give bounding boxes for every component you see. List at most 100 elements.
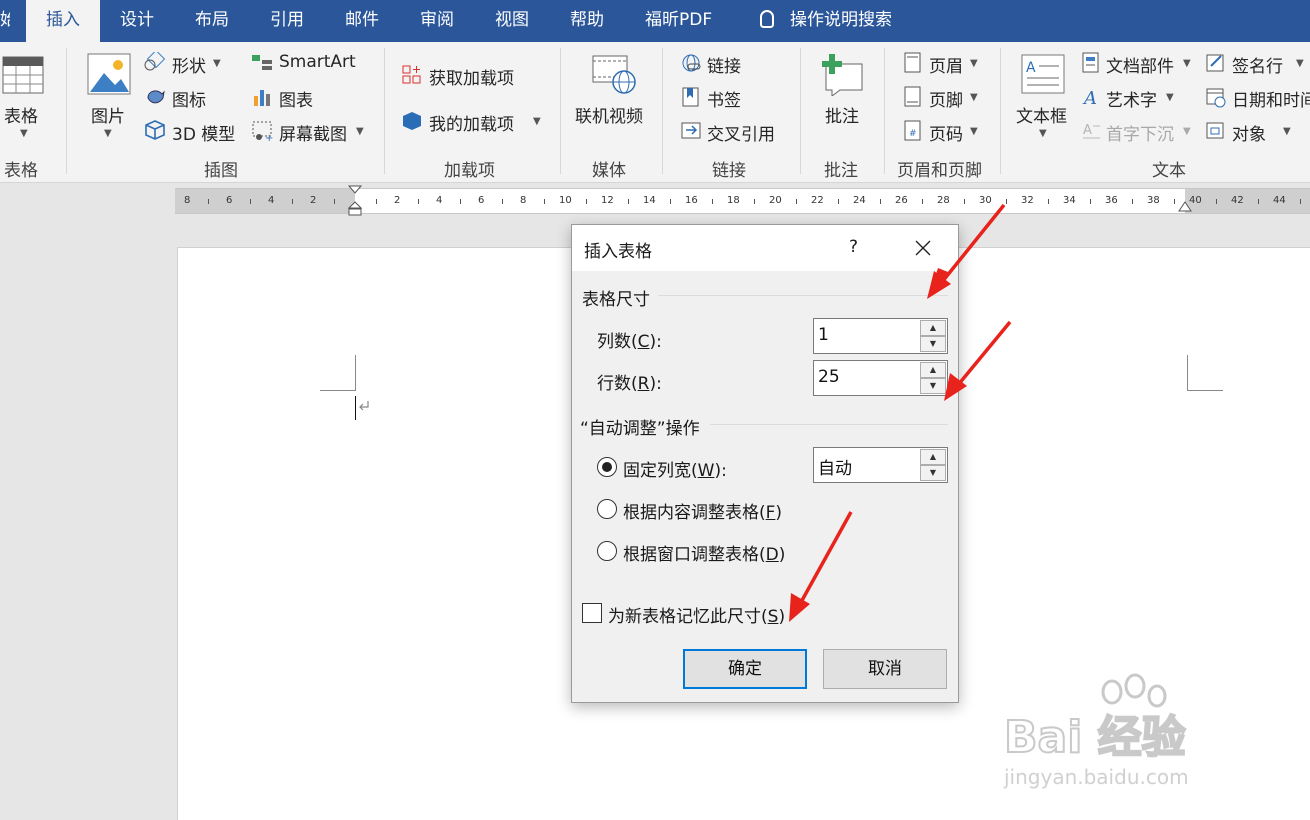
cube-3d-icon[interactable] (144, 119, 166, 141)
cross-reference-icon[interactable] (680, 120, 702, 142)
tell-me-search[interactable]: 操作说明搜索 (760, 0, 892, 42)
bookmark-icon[interactable] (680, 86, 702, 108)
picture-icon[interactable] (87, 53, 131, 95)
columns-value[interactable]: 1 (818, 325, 829, 345)
get-addins-icon[interactable] (401, 64, 423, 86)
rows-spinner[interactable]: 25 ▲ ▼ (813, 360, 948, 396)
header-icon[interactable] (903, 52, 923, 74)
new-comment-button[interactable]: 批注 (825, 102, 859, 127)
quick-parts-icon[interactable] (1081, 52, 1101, 74)
chart-icon[interactable] (252, 86, 274, 108)
header-button[interactable]: 页眉 (929, 52, 963, 77)
chevron-down-icon: ▼ (970, 58, 978, 69)
online-video-button[interactable]: 联机视频 (575, 102, 643, 127)
columns-spinner[interactable]: 1 ▲ ▼ (813, 318, 948, 354)
screenshot-button[interactable]: 屏幕截图 (279, 120, 347, 145)
screenshot-icon[interactable]: + (251, 120, 275, 142)
tab-insert[interactable]: 插入 (26, 0, 100, 42)
table-button[interactable]: 表格 (4, 102, 38, 127)
quick-parts-button[interactable]: 文档部件 (1106, 52, 1174, 77)
horizontal-ruler[interactable]: 8 6 4 2 2 4 6 8 10 12 14 16 18 20 22 24 26 28 30 32 34 36 38 40… (175, 185, 1310, 216)
3d-model-button[interactable]: 3D 模型 (172, 120, 235, 145)
my-addins-icon[interactable] (401, 110, 423, 132)
tab-review[interactable]: 审阅 (420, 0, 454, 42)
ruler-label: 6 (478, 195, 485, 206)
picture-button[interactable]: 图片 (91, 102, 125, 127)
signature-line-button[interactable]: 签名行 (1232, 52, 1283, 77)
chart-button[interactable]: 图表 (279, 86, 313, 111)
tab-mailings[interactable]: 邮件 (345, 0, 379, 42)
link-icon[interactable] (680, 52, 702, 74)
cross-reference-button[interactable]: 交叉引用 (707, 120, 775, 145)
text-box-button[interactable]: 文本框 (1016, 102, 1067, 127)
online-video-icon[interactable] (591, 54, 637, 96)
ruler-label: 6 (226, 195, 233, 206)
spin-down-icon[interactable]: ▼ (920, 465, 946, 481)
ruler-tick (712, 199, 713, 204)
bookmark-button[interactable]: 书签 (707, 86, 741, 111)
get-addins-button[interactable]: 获取加载项 (429, 64, 514, 89)
ruler-tick (796, 199, 797, 204)
text-box-icon[interactable]: A (1021, 54, 1065, 94)
column-width-spinner[interactable]: 自动 ▲ ▼ (813, 447, 948, 483)
date-time-button[interactable]: 日期和时间 (1232, 86, 1310, 111)
dialog-titlebar[interactable]: 插入表格 ? (572, 225, 958, 271)
remember-size-checkbox[interactable] (582, 603, 602, 623)
ruler-label: 12 (601, 195, 614, 206)
group-label-table: 表格 (4, 161, 38, 181)
icons-icon[interactable] (144, 86, 166, 108)
new-comment-icon[interactable] (820, 52, 866, 96)
shapes-icon[interactable] (144, 52, 166, 72)
object-button[interactable]: 对象 (1232, 120, 1266, 145)
ruler-tick (1090, 199, 1091, 204)
page-number-icon[interactable]: # (903, 120, 923, 142)
ruler-tick (544, 199, 545, 204)
spin-down-icon[interactable]: ▼ (920, 378, 946, 394)
tab-references[interactable]: 引用 (270, 0, 304, 42)
spin-up-icon[interactable]: ▲ (920, 449, 946, 465)
spin-up-icon[interactable]: ▲ (920, 320, 946, 336)
tab-design[interactable]: 设计 (120, 0, 154, 42)
footer-button[interactable]: 页脚 (929, 86, 963, 111)
wordart-button[interactable]: 艺术字 (1106, 86, 1157, 111)
ruler-label: 8 (184, 195, 191, 206)
table-icon[interactable] (2, 56, 44, 94)
date-time-icon[interactable] (1205, 86, 1227, 108)
rows-value[interactable]: 25 (818, 367, 840, 387)
link-button[interactable]: 链接 (707, 52, 741, 77)
page-number-button[interactable]: 页码 (929, 120, 963, 145)
tab-view[interactable]: 视图 (495, 0, 529, 42)
tab-foxit-pdf[interactable]: 福昕PDF (645, 0, 712, 42)
signature-line-icon[interactable] (1205, 52, 1227, 74)
spin-down-icon[interactable]: ▼ (920, 336, 946, 352)
wordart-icon[interactable]: A (1081, 86, 1101, 108)
autofit-contents-label[interactable]: 根据内容调整表格(F) (623, 498, 782, 523)
right-indent-marker-icon[interactable] (1178, 199, 1192, 215)
spin-up-icon[interactable]: ▲ (920, 362, 946, 378)
indent-marker-icon[interactable] (348, 185, 362, 221)
autofit-window-label[interactable]: 根据窗口调整表格(D) (623, 540, 785, 565)
tab-help[interactable]: 帮助 (570, 0, 604, 42)
column-width-value[interactable]: 自动 (818, 454, 852, 479)
fixed-width-radio[interactable] (597, 457, 617, 477)
ok-button[interactable]: 确定 (683, 649, 807, 689)
remember-size-label[interactable]: 为新表格记忆此尺寸(S) (608, 602, 785, 627)
footer-icon[interactable] (903, 86, 923, 108)
close-icon[interactable] (915, 240, 931, 256)
smartart-icon[interactable] (250, 53, 274, 73)
smartart-button[interactable]: SmartArt (279, 52, 356, 72)
my-addins-button[interactable]: 我的加载项 (429, 110, 514, 135)
object-icon[interactable] (1205, 120, 1227, 142)
autofit-window-radio[interactable] (597, 541, 617, 561)
group-label-header-footer: 页眉和页脚 (897, 161, 982, 181)
shapes-button[interactable]: 形状 (172, 52, 206, 77)
help-button[interactable]: ? (849, 237, 858, 257)
cancel-button[interactable]: 取消 (823, 649, 947, 689)
fixed-width-label[interactable]: 固定列宽(W): (623, 456, 727, 481)
icons-button[interactable]: 图标 (172, 86, 206, 111)
tab-home-partial[interactable]: 始 (0, 0, 10, 42)
tab-layout[interactable]: 布局 (195, 0, 229, 42)
radio-selected-dot (602, 462, 612, 472)
chevron-down-icon: ▼ (213, 58, 221, 69)
autofit-contents-radio[interactable] (597, 499, 617, 519)
